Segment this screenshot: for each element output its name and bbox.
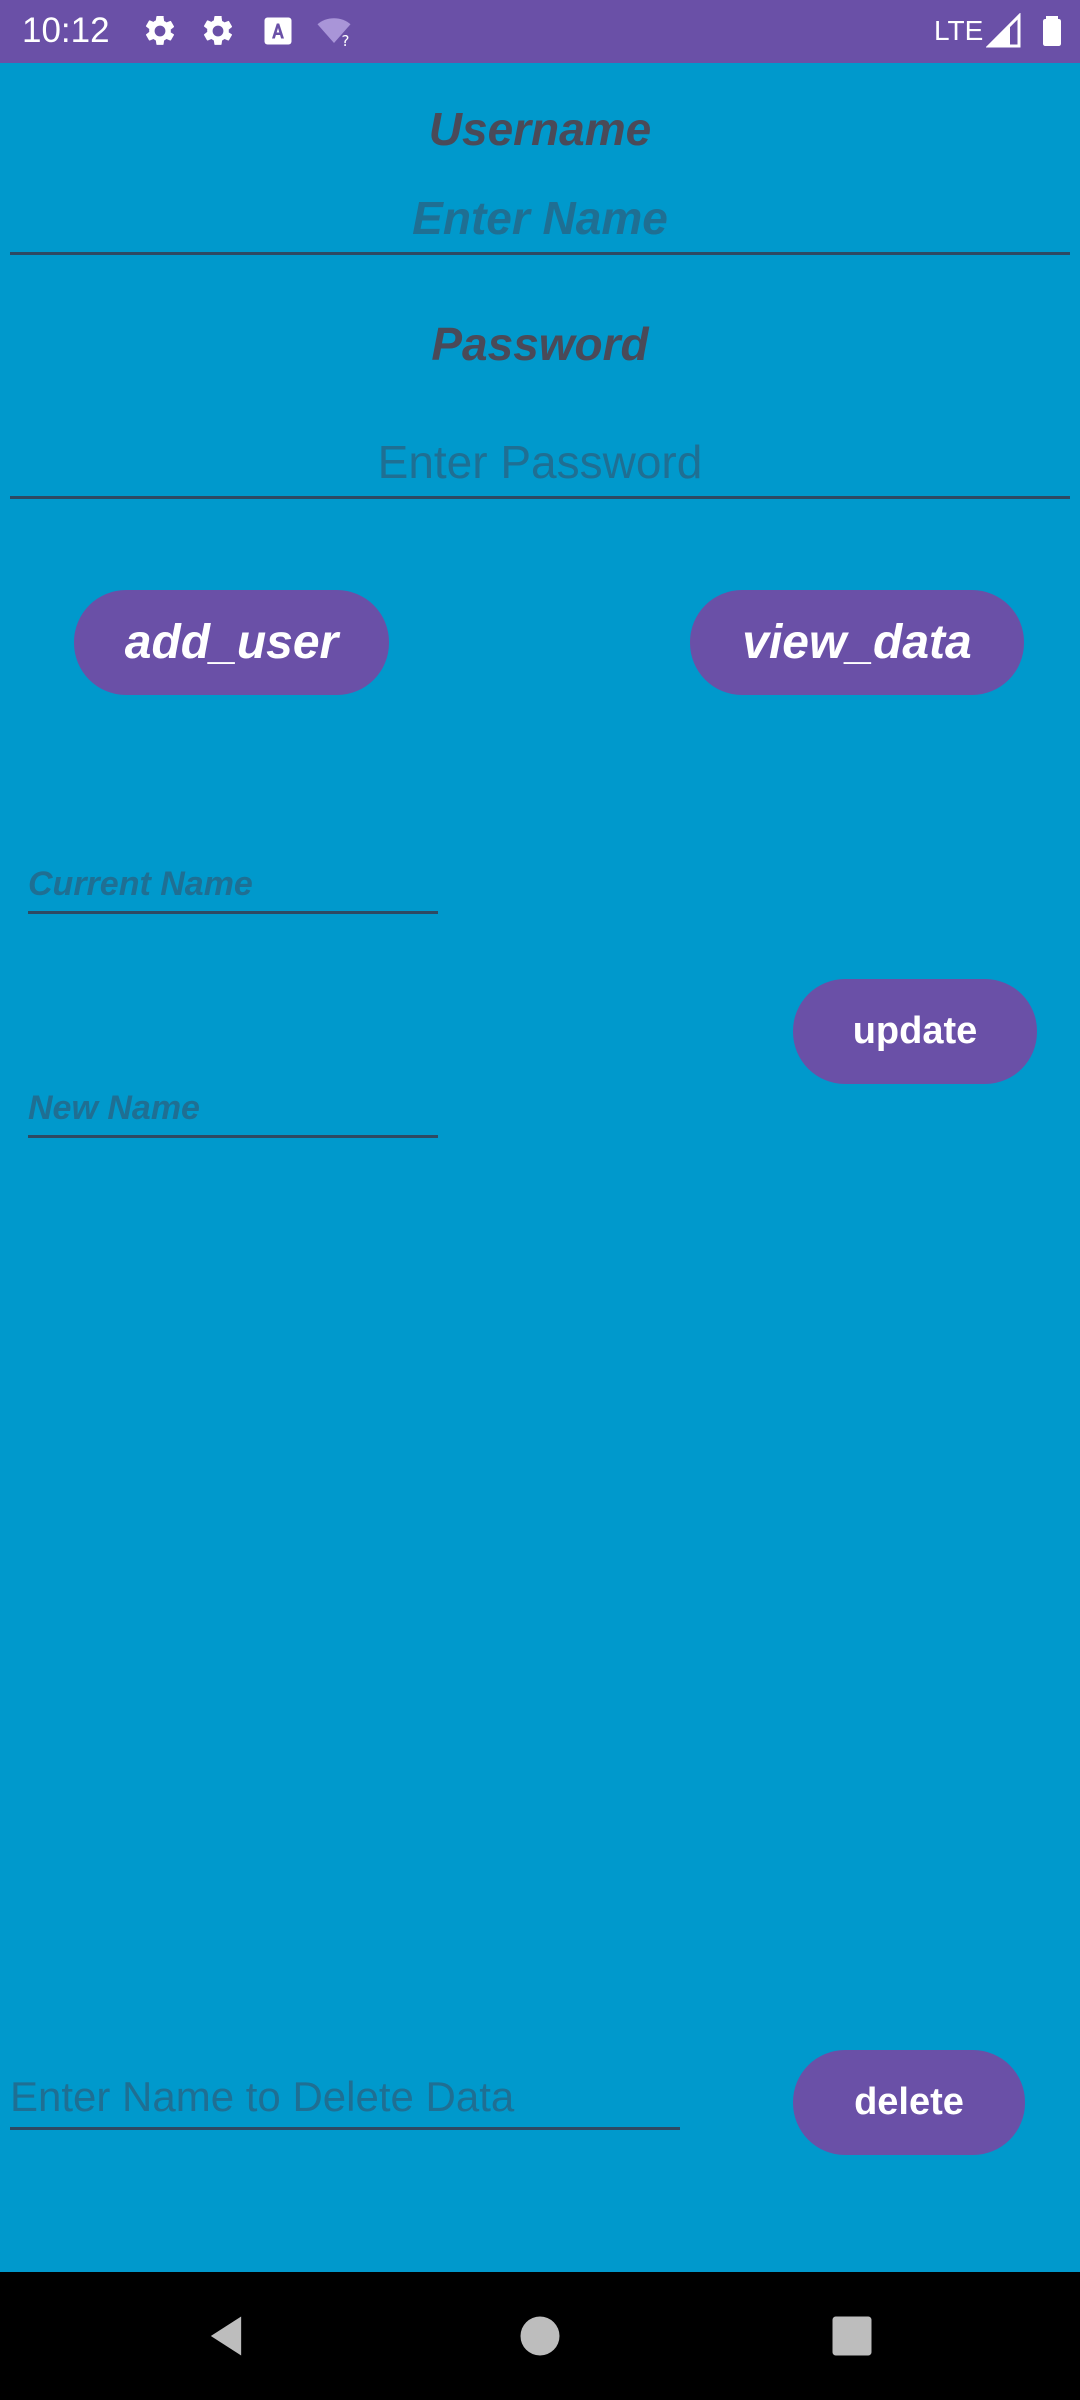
navigation-bar [0, 2272, 1080, 2400]
wifi-question-icon: ? [316, 13, 352, 49]
status-time: 10:12 [22, 11, 110, 50]
back-icon[interactable] [200, 2310, 252, 2362]
gear-icon [142, 13, 178, 49]
new-name-placeholder: New Name [28, 1089, 200, 1127]
delete-placeholder: Enter Name to Delete Data [10, 2073, 515, 2120]
username-label: Username [428, 103, 652, 155]
app-content: Username Enter Name Password Enter Passw… [0, 63, 1080, 2272]
battery-icon [1034, 13, 1070, 49]
font-icon [260, 13, 296, 49]
status-bar: 10:12 ? LTE [0, 0, 1080, 63]
signal-icon [986, 13, 1022, 49]
new-name-field[interactable]: New Name [28, 1077, 438, 1138]
gear-icon [200, 13, 236, 49]
home-icon[interactable] [514, 2310, 566, 2362]
svg-text:?: ? [342, 32, 350, 49]
current-name-placeholder: Current Name [28, 865, 253, 903]
update-button[interactable]: update [793, 979, 1037, 1084]
password-field[interactable]: Enter Password [10, 421, 1070, 499]
username-placeholder: Enter Name [412, 192, 668, 244]
recents-icon[interactable] [826, 2310, 878, 2362]
password-label: Password [431, 318, 649, 370]
network-type: LTE [934, 15, 984, 46]
password-placeholder: Enter Password [377, 436, 703, 488]
delete-button[interactable]: delete [793, 2050, 1025, 2155]
username-field[interactable]: Enter Name [10, 181, 1070, 255]
view-data-button[interactable]: view_data [690, 590, 1024, 695]
add-user-button[interactable]: add_user [74, 590, 389, 695]
delete-name-field[interactable]: Enter Name to Delete Data [10, 2063, 680, 2130]
current-name-field[interactable]: Current Name [28, 853, 438, 914]
